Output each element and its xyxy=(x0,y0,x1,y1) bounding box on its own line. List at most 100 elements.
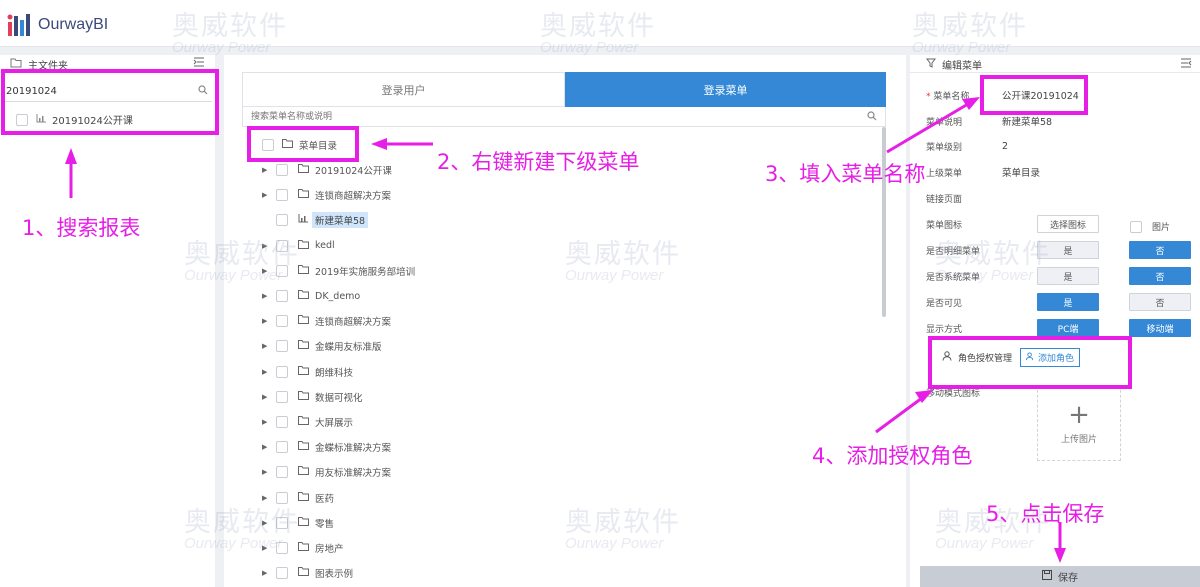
menu-icon-label: 菜单图标 xyxy=(926,220,963,231)
logo-mark-icon xyxy=(6,12,36,38)
visible-yes-button[interactable]: 是 xyxy=(1037,293,1099,311)
menu-desc-input[interactable]: 新建菜单58 xyxy=(1002,114,1052,128)
tab-login-menu[interactable]: 登录菜单 xyxy=(565,72,886,107)
tree-node[interactable]: ▶ 金蝶标准解决方案 xyxy=(262,437,391,457)
menu-level-row: 菜单级别 2 xyxy=(926,136,1008,156)
detail-yes-button[interactable]: 是 xyxy=(1037,241,1099,259)
tree-node[interactable]: ▶ 医药 xyxy=(262,488,334,508)
tree-node-label: 2019年实施服务部培训 xyxy=(315,266,416,278)
tree-node[interactable]: ▶ 2019年实施服务部培训 xyxy=(262,261,415,281)
app-logo[interactable]: OurwayBI xyxy=(6,12,108,38)
tree-node[interactable]: ▶ 朗维科技 xyxy=(262,362,353,382)
tree-node[interactable]: ▶ 20191024公开课 xyxy=(262,160,392,180)
tree-node[interactable]: ▶ 连锁商超解决方案 xyxy=(262,185,391,205)
system-no-button[interactable]: 否 xyxy=(1129,267,1191,285)
tree-node[interactable]: ▶ 房地产 xyxy=(262,538,344,558)
node-checkbox[interactable] xyxy=(276,264,288,277)
expand-caret-icon[interactable]: ▶ xyxy=(262,544,270,552)
choose-icon-button[interactable]: 选择图标 xyxy=(1037,215,1099,233)
tree-node[interactable]: ▶ 连锁商超解决方案 xyxy=(262,311,391,331)
menu-level-value: 2 xyxy=(1002,140,1009,152)
save-label: 保存 xyxy=(1058,573,1078,584)
tree-node[interactable]: ▶ 图表示例 xyxy=(262,563,353,583)
tree-node[interactable]: 新建菜单58 xyxy=(262,210,369,230)
system-menu-row: 是否系统菜单 xyxy=(926,266,1002,286)
menu-level-label: 菜单级别 xyxy=(926,142,963,153)
menu-desc-label: 菜单说明 xyxy=(926,117,963,128)
upload-label: 上传图片 xyxy=(1060,434,1097,445)
node-checkbox[interactable] xyxy=(276,239,288,252)
menu-search-field xyxy=(242,107,886,127)
tree-node[interactable]: ▶ kedl xyxy=(262,236,335,256)
folder-icon xyxy=(298,416,309,428)
expand-caret-icon[interactable]: ▶ xyxy=(262,166,270,174)
node-checkbox[interactable] xyxy=(276,189,288,202)
expand-caret-icon[interactable]: ▶ xyxy=(262,191,270,199)
expand-caret-icon[interactable]: ▶ xyxy=(262,267,270,275)
collapse-icon[interactable] xyxy=(1180,58,1192,71)
expand-caret-icon[interactable]: ▶ xyxy=(262,494,270,502)
node-checkbox[interactable] xyxy=(276,315,288,328)
tree-node-label: 金蝶标准解决方案 xyxy=(315,443,392,455)
edit-panel-title: 编辑菜单 xyxy=(942,61,982,72)
folder-icon xyxy=(298,542,309,554)
picture-checkbox[interactable] xyxy=(1130,220,1142,233)
tree-scrollbar[interactable] xyxy=(882,127,886,317)
report-chart-icon xyxy=(298,214,308,226)
folder-icon xyxy=(298,189,309,201)
expand-caret-icon[interactable]: ▶ xyxy=(262,242,270,250)
node-checkbox[interactable] xyxy=(276,542,288,554)
annotation-step3: 3、填入菜单名称 xyxy=(765,162,926,186)
search-icon[interactable] xyxy=(867,111,877,124)
detail-no-button[interactable]: 否 xyxy=(1129,241,1191,259)
node-checkbox[interactable] xyxy=(276,416,288,428)
tree-node-label: 连锁商超解决方案 xyxy=(315,317,392,329)
folder-icon xyxy=(298,491,309,504)
tree-node[interactable]: ▶ DK_demo xyxy=(262,286,360,306)
tree-node[interactable]: ▶ 数据可视化 xyxy=(262,387,363,407)
upload-image-area[interactable]: + 上传图片 xyxy=(1037,385,1121,461)
expand-caret-icon[interactable]: ▶ xyxy=(262,342,270,350)
save-icon xyxy=(1042,570,1052,583)
link-page-label: 链接页面 xyxy=(926,194,963,205)
node-checkbox[interactable] xyxy=(276,567,288,580)
node-checkbox[interactable] xyxy=(276,290,288,302)
tree-node[interactable]: ▶ 大屏展示 xyxy=(262,412,353,432)
expand-caret-icon[interactable]: ▶ xyxy=(262,393,270,401)
tree-node-label: 用友标准解决方案 xyxy=(315,468,392,480)
visible-no-button[interactable]: 否 xyxy=(1129,293,1191,311)
node-checkbox[interactable] xyxy=(276,214,288,227)
tree-node[interactable]: ▶ 金蝶用友标准版 xyxy=(262,336,382,356)
node-checkbox[interactable] xyxy=(276,516,288,529)
tree-node-label: kedl xyxy=(315,240,335,252)
expand-caret-icon[interactable]: ▶ xyxy=(262,368,270,376)
tree-node-label: 朗维科技 xyxy=(315,367,354,379)
folder-icon xyxy=(298,441,309,453)
system-yes-button[interactable]: 是 xyxy=(1037,267,1099,285)
picture-option[interactable]: 图片 xyxy=(1130,220,1170,233)
node-checkbox[interactable] xyxy=(276,491,288,504)
expand-caret-icon[interactable]: ▶ xyxy=(262,317,270,325)
save-button[interactable]: 保存 xyxy=(920,566,1200,587)
expand-caret-icon[interactable]: ▶ xyxy=(262,519,270,527)
tree-node[interactable]: ▶ 用友标准解决方案 xyxy=(262,462,391,482)
node-checkbox[interactable] xyxy=(276,466,288,479)
expand-caret-icon[interactable]: ▶ xyxy=(262,443,270,451)
expand-caret-icon[interactable]: ▶ xyxy=(262,468,270,476)
menu-search-input[interactable] xyxy=(243,107,885,126)
mobile-mode-button[interactable]: 移动端 xyxy=(1129,319,1191,337)
expand-caret-icon[interactable]: ▶ xyxy=(262,569,270,577)
parent-menu-value[interactable]: 菜单目录 xyxy=(1002,165,1040,179)
pc-mode-button[interactable]: PC端 xyxy=(1037,319,1099,337)
node-checkbox[interactable] xyxy=(276,390,288,403)
expand-caret-icon[interactable]: ▶ xyxy=(262,418,270,426)
node-checkbox[interactable] xyxy=(276,441,288,454)
expand-caret-icon[interactable]: ▶ xyxy=(262,292,270,300)
node-checkbox[interactable] xyxy=(276,340,288,353)
node-checkbox[interactable] xyxy=(276,365,288,378)
display-mode-row: 显示方式 xyxy=(926,318,1002,338)
node-checkbox[interactable] xyxy=(276,164,288,176)
tab-login-users[interactable]: 登录用户 xyxy=(242,72,565,107)
tree-node[interactable]: ▶ 零售 xyxy=(262,513,334,533)
top-bar: OurwayBI xyxy=(0,0,1200,47)
